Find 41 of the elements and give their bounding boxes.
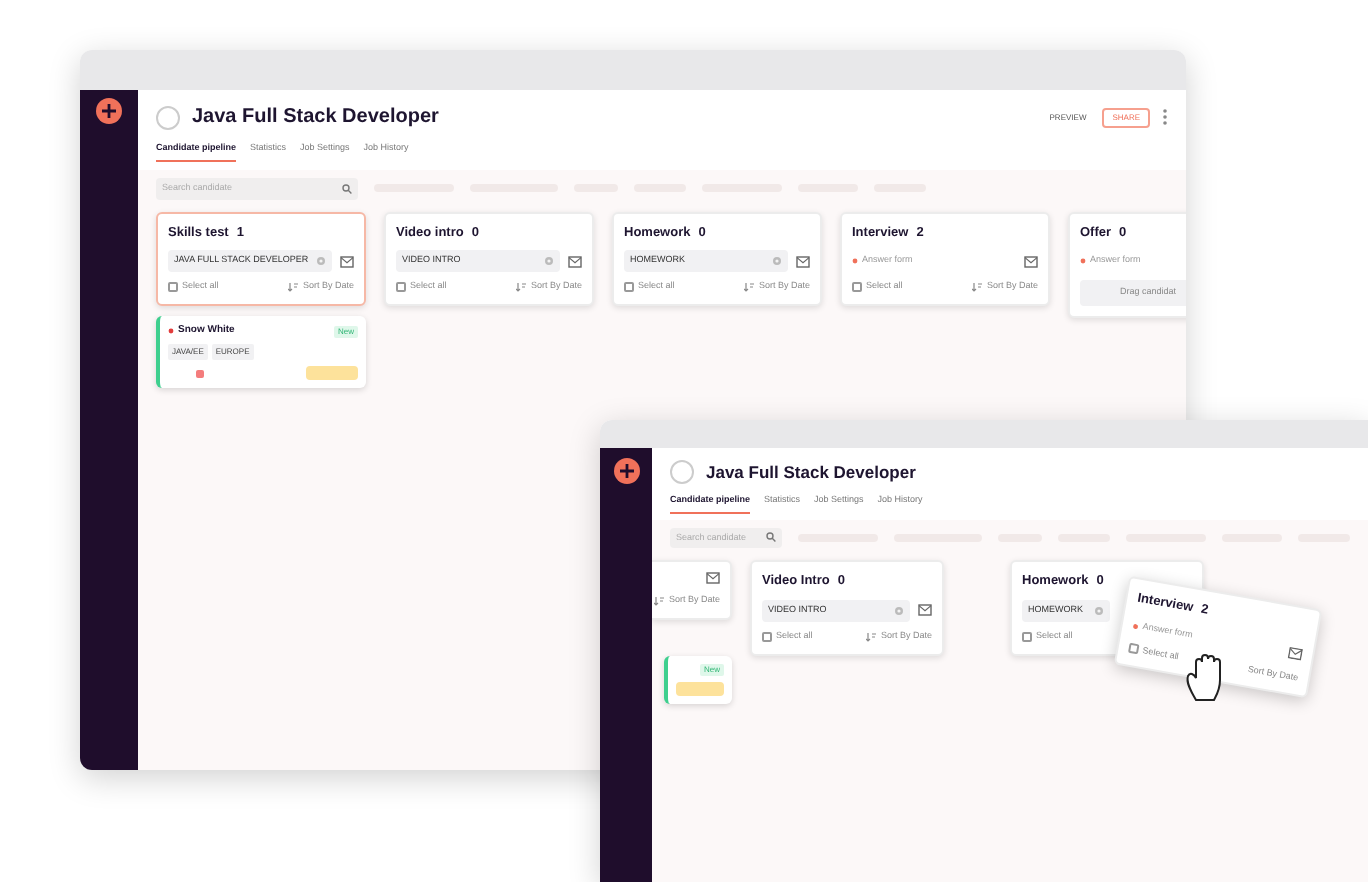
mail-icon	[706, 572, 720, 585]
plus-icon	[613, 458, 639, 484]
mail-icon	[1024, 255, 1038, 268]
search-icon	[342, 183, 352, 194]
gear-icon	[544, 256, 554, 267]
checkbox[interactable]	[762, 631, 772, 642]
checkbox[interactable]	[1127, 643, 1140, 656]
sort-icon	[288, 281, 299, 292]
mail-icon	[918, 604, 932, 617]
checkbox[interactable]	[168, 281, 178, 292]
move-button[interactable]	[306, 366, 358, 381]
checkbox[interactable]	[624, 281, 634, 292]
dot-icon	[852, 258, 858, 265]
sort-icon	[972, 281, 983, 292]
move-button[interactable]	[676, 682, 724, 696]
sort-icon	[866, 631, 877, 642]
job-title: Java Full Stack Developer	[706, 460, 918, 486]
gear-icon	[1094, 605, 1104, 616]
dot-icon	[1080, 258, 1086, 265]
more-icon	[1162, 108, 1168, 126]
dot-icon	[168, 328, 174, 334]
dot-icon	[1132, 622, 1140, 630]
mail-icon	[796, 255, 810, 268]
flag-icon	[196, 369, 204, 378]
back-button[interactable]	[670, 460, 694, 485]
sort-icon	[654, 596, 665, 607]
checkbox[interactable]	[396, 281, 406, 292]
gear-icon	[894, 605, 904, 616]
gear-icon	[772, 256, 782, 267]
mail-icon	[1287, 646, 1304, 662]
job-title: Java Full Stack Developer	[192, 104, 441, 132]
mail-icon	[568, 255, 582, 268]
checkbox[interactable]	[1022, 631, 1032, 642]
checkbox[interactable]	[852, 281, 862, 292]
search-icon	[766, 532, 776, 543]
sort-icon	[744, 281, 755, 292]
sort-icon	[516, 281, 527, 292]
mail-icon	[340, 255, 354, 268]
gear-icon	[316, 256, 326, 267]
back-button[interactable]	[156, 105, 180, 129]
plus-icon	[96, 98, 122, 124]
